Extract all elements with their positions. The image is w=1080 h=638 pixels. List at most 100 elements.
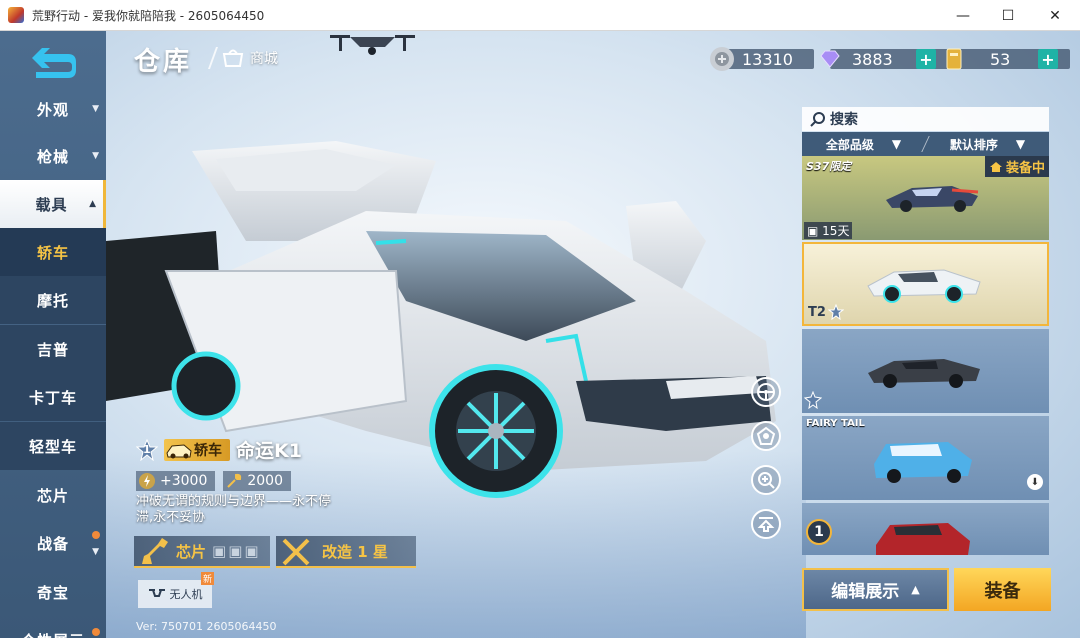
calendar-icon: ▣ [807,224,819,238]
vehicle-thumbnail [876,523,970,555]
version-text: Ver: 750701 2605064450 [136,620,277,633]
diamond-amount: 3883 [852,49,893,69]
filter-bar: 全部品级 ▼ 默认排序 ▼ [802,132,1049,156]
tools-icon [282,538,310,566]
add-diamond-button[interactable]: + [916,49,936,69]
steering-wheel-icon [757,383,775,401]
robot-arm-icon [142,538,168,564]
divider [207,47,219,69]
nav-subitem-motorcycle[interactable]: 摩托 [0,276,106,324]
palette-icon [756,426,776,445]
wrench-icon [227,473,242,488]
tier-label: T2 [808,304,826,320]
nav-subitem-sedan[interactable]: 轿车 [0,228,106,276]
drone-label: 无人机 [169,588,203,601]
shop-label: 商城 [250,51,278,67]
chevron-up-icon: ▲ [911,583,920,596]
nav-item-label: 卡丁车 [28,388,77,407]
equip-button[interactable]: 装备 [954,568,1051,611]
chip-slots-icon: ▣▣▣ [212,542,261,560]
nav-item-label: 枪械 [36,147,69,166]
modify-button[interactable]: 改造 1 星 [276,536,416,568]
quality-filter-dropdown[interactable]: 全部品级 ▼ [802,136,925,153]
nav-item-label: 奇宝 [36,583,69,602]
nav-item-gear[interactable]: 战备 ▼ [0,519,106,567]
nav-subitem-light-vehicle[interactable]: 轻型车 [0,422,106,470]
chevron-down-icon: ▼ [1015,137,1026,151]
sort-label: 默认排序 [949,137,998,152]
equipped-badge: 装备中 [984,156,1049,177]
window-titlebar: 荒野行动 - 爱我你就陪陪我 - 2605064450 — ☐ ✕ [0,0,1080,31]
shop-link[interactable]: 商城 [207,47,278,69]
page-title: 仓库 [134,47,193,77]
silver-coin-icon [710,47,734,71]
minimize-button[interactable]: — [940,0,986,31]
nav-item-personal-showcase[interactable]: 个性展示 [0,616,106,638]
vehicle-type-pill: 轿车 [164,438,230,461]
hide-ui-button[interactable] [751,509,781,539]
vehicle-thumbnail [868,359,980,388]
days-remaining: ▣ 15天 [804,222,853,239]
drone-icon [330,35,415,55]
collapse-up-icon [757,517,775,532]
diamond-icon [818,47,842,71]
download-icon[interactable]: ⬇ [1027,474,1043,490]
app-icon [8,7,24,23]
maximize-button[interactable]: ☐ [985,0,1031,31]
nav-item-label: 载具 [35,195,68,214]
vehicle-card[interactable]: FAIRY TAIL ⬇ [802,416,1049,500]
quality-filter-label: 全部品级 [825,137,874,152]
zoom-in-icon [758,472,775,489]
nav-item-label: 外观 [36,100,69,119]
search-label: 搜索 [830,112,858,128]
card-tag: S37限定 [806,160,852,173]
nav-item-chips[interactable]: 芯片 [0,471,106,519]
notification-dot [92,628,100,636]
bolt-coin-icon [139,473,155,489]
close-button[interactable]: ✕ [1032,0,1078,31]
vehicle-thumbnail [867,269,981,303]
nav-item-label: 吉普 [36,340,69,359]
modify-label: 改造 1 星 [322,542,388,561]
steering-wheel-button[interactable] [751,377,781,407]
chevron-down-icon: ▼ [92,547,100,557]
silver-amount: 13310 [742,49,793,69]
coupon-icon [942,47,966,71]
add-coupon-button[interactable]: + [1038,49,1058,69]
rank-number: 1 [143,442,151,456]
drone-small-icon [148,589,165,597]
edit-display-button[interactable]: 编辑展示 ▲ [802,568,949,611]
nav-item-label: 芯片 [36,486,69,505]
search-icon [810,112,825,127]
zoom-button[interactable] [751,465,781,495]
stat-power-value: +3000 [160,473,208,489]
nav-item-appearance[interactable]: 外观 ▼ [0,85,106,133]
nav-subitem-jeep[interactable]: 吉普 [0,325,106,373]
search-input[interactable]: 搜索 [802,107,1049,131]
equipped-label: 装备中 [1005,161,1045,176]
rank-badge: 1 [806,519,832,545]
vehicle-card[interactable] [802,329,1049,413]
chip-button[interactable]: 芯片 ▣▣▣ [134,536,270,568]
side-navigation: 外观 ▼ 枪械 ▼ 载具 ▲ 轿车 摩托 吉普 卡丁车 轻型车 芯片 战备 ▼ … [0,31,106,638]
edit-display-label: 编辑展示 [831,582,900,602]
back-arrow-icon [32,48,76,78]
star-icon [804,391,822,409]
rank-badge: 1 [135,438,159,461]
vehicle-card-selected[interactable]: T2 [802,242,1049,326]
nav-item-label: 轻型车 [28,437,77,456]
game-viewport: 外观 ▼ 枪械 ▼ 载具 ▲ 轿车 摩托 吉普 卡丁车 轻型车 芯片 战备 ▼ … [0,31,1080,638]
vehicle-card[interactable]: S37限定 装备中 ▣ 15天 [802,156,1049,240]
star-icon [827,304,844,320]
nav-item-guns[interactable]: 枪械 ▼ [0,132,106,180]
paint-button[interactable] [751,421,781,451]
drone-button[interactable]: 无人机 新 [138,572,214,608]
currency-silver: 13310 [710,47,814,71]
vehicle-card[interactable]: 1 [802,503,1049,555]
nav-item-treasures[interactable]: 奇宝 [0,568,106,616]
nav-item-vehicles[interactable]: 载具 ▲ [0,180,106,228]
nav-subitem-kart[interactable]: 卡丁车 [0,373,106,421]
sort-dropdown[interactable]: 默认排序 ▼ [926,136,1049,153]
chevron-down-icon: ▼ [92,151,100,161]
vehicle-thumbnail [874,442,972,483]
